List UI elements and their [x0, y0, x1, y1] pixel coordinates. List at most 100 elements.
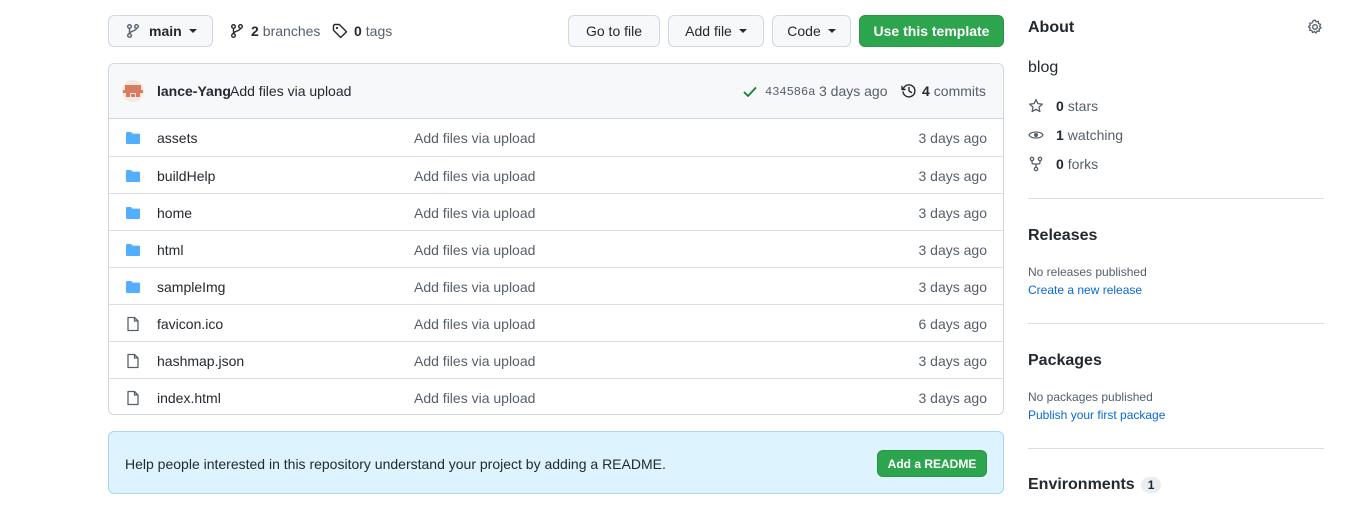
folder-icon	[125, 168, 141, 187]
fork-icon	[1029, 156, 1043, 172]
file-name-link[interactable]: index.html	[157, 390, 221, 406]
file-commit-date: 6 days ago	[918, 316, 988, 332]
file-commit-date: 3 days ago	[918, 168, 988, 184]
tags-count: 0	[354, 23, 362, 39]
releases-note: No releases published	[1028, 265, 1147, 279]
file-row[interactable]: buildHelp Add files via upload 3 days ago	[109, 156, 1003, 193]
environments-heading[interactable]: Environments 1	[1028, 476, 1162, 494]
add-file-label: Add file	[685, 23, 732, 39]
file-commit-date: 3 days ago	[918, 390, 988, 406]
file-commit-message-link[interactable]: Add files via upload	[414, 205, 535, 221]
readme-banner: Help people interested in this repositor…	[108, 431, 1004, 494]
forks-count: 0	[1056, 156, 1064, 172]
branches-count: 2	[251, 23, 259, 39]
commits-label: commits	[933, 83, 986, 99]
file-name-link[interactable]: sampleImg	[157, 279, 225, 295]
folder-icon	[125, 242, 141, 261]
file-commit-date: 3 days ago	[918, 279, 988, 295]
file-name-link[interactable]: buildHelp	[157, 168, 215, 184]
go-to-file-button[interactable]: Go to file	[568, 15, 660, 47]
use-template-button[interactable]: Use this template	[859, 15, 1004, 47]
branches-link[interactable]: 2 branches	[229, 15, 320, 47]
file-commit-message-link[interactable]: Add files via upload	[414, 316, 535, 332]
file-name-link[interactable]: home	[157, 205, 192, 221]
watching-count: 1	[1056, 127, 1064, 143]
file-commit-message-link[interactable]: Add files via upload	[414, 242, 535, 258]
environments-counter: 1	[1140, 477, 1162, 493]
avatar[interactable]	[122, 80, 144, 102]
publish-package-link[interactable]: Publish your first package	[1028, 408, 1165, 422]
tags-link[interactable]: 0 tags	[332, 15, 392, 47]
stars-count: 0	[1056, 98, 1064, 114]
history-icon	[901, 84, 916, 98]
divider	[1028, 198, 1324, 199]
divider	[1028, 323, 1324, 324]
file-commit-date: 3 days ago	[918, 205, 988, 221]
branches-label: branches	[262, 23, 321, 39]
forks-link[interactable]: 0 forks	[1028, 156, 1098, 172]
code-button[interactable]: Code	[772, 15, 851, 47]
add-file-button[interactable]: Add file	[668, 15, 764, 47]
file-commit-message-link[interactable]: Add files via upload	[414, 130, 535, 146]
go-to-file-label: Go to file	[585, 23, 643, 39]
file-name-link[interactable]: hashmap.json	[157, 353, 244, 369]
file-commit-date: 3 days ago	[918, 242, 988, 258]
file-commit-message-link[interactable]: Add files via upload	[414, 353, 535, 369]
packages-heading[interactable]: Packages	[1028, 352, 1102, 370]
folder-icon	[125, 279, 141, 298]
commit-message-link[interactable]: Add files via upload	[230, 83, 351, 99]
commit-sha-link[interactable]: 434586a	[765, 85, 815, 99]
gear-icon[interactable]	[1307, 19, 1323, 35]
divider	[1028, 448, 1324, 449]
add-readme-button[interactable]: Add a README	[877, 450, 987, 477]
add-readme-label: Add a README	[887, 456, 977, 471]
file-name-link[interactable]: assets	[157, 130, 197, 146]
file-row[interactable]: sampleImg Add files via upload 3 days ago	[109, 267, 1003, 304]
branch-select-button[interactable]: main	[108, 15, 213, 47]
file-row[interactable]: index.html Add files via upload 3 days ago	[109, 378, 1003, 414]
packages-note: No packages published	[1028, 390, 1153, 404]
use-template-label: Use this template	[873, 23, 990, 39]
stars-label: stars	[1067, 98, 1099, 114]
file-commit-message-link[interactable]: Add files via upload	[414, 390, 535, 406]
star-icon	[1029, 98, 1043, 113]
repo-description: blog	[1028, 59, 1059, 76]
commit-author-link[interactable]: lance-Yang	[157, 83, 231, 99]
file-commit-message-link[interactable]: Add files via upload	[414, 168, 535, 184]
stars-link[interactable]: 0 stars	[1028, 98, 1098, 114]
file-row[interactable]: html Add files via upload 3 days ago	[109, 230, 1003, 267]
commits-count: 4	[922, 83, 930, 99]
create-release-link[interactable]: Create a new release	[1028, 283, 1142, 297]
file-row[interactable]: favicon.ico Add files via upload 6 days ag…	[109, 304, 1003, 341]
releases-heading[interactable]: Releases	[1028, 227, 1097, 245]
file-row[interactable]: hashmap.json Add files via upload 3 days a…	[109, 341, 1003, 378]
file-commit-date: 3 days ago	[918, 130, 988, 146]
repo-toolbar: main 2 branches 0 tags Go to file Add fi…	[108, 15, 1004, 47]
git-branch-icon	[231, 24, 243, 38]
file-list: assets Add files via upload 3 days ago buil…	[109, 119, 1003, 414]
latest-commit-bar: lance-Yang Add files via upload 434586a …	[109, 64, 1003, 119]
file-row[interactable]: assets Add files via upload 3 days ago	[109, 119, 1003, 156]
commit-date: 3 days ago	[819, 83, 888, 99]
folder-icon	[125, 130, 141, 149]
file-icon	[125, 353, 141, 372]
environments-title: Environments	[1028, 476, 1135, 493]
file-row[interactable]: home Add files via upload 3 days ago	[109, 193, 1003, 230]
commits-history-link[interactable]: 4 commits	[901, 83, 986, 99]
file-icon	[125, 390, 141, 409]
readme-prompt-text: Help people interested in this repositor…	[125, 456, 666, 472]
branch-name: main	[149, 23, 182, 39]
repo-sidebar: About blog 0 stars 1 watching 0 forks Re…	[1028, 0, 1324, 511]
watching-link[interactable]: 1 watching	[1028, 127, 1123, 143]
file-name-link[interactable]: html	[157, 242, 183, 258]
check-icon	[743, 87, 757, 97]
chevron-down-icon	[188, 29, 197, 33]
file-commit-date: 3 days ago	[918, 353, 988, 369]
watching-label: watching	[1067, 127, 1124, 143]
code-label: Code	[787, 23, 821, 39]
file-commit-message-link[interactable]: Add files via upload	[414, 279, 535, 295]
file-browser: lance-Yang Add files via upload 434586a …	[108, 63, 1004, 415]
file-name-link[interactable]: favicon.ico	[157, 316, 223, 332]
folder-icon	[125, 205, 141, 224]
tags-label: tags	[365, 23, 393, 39]
